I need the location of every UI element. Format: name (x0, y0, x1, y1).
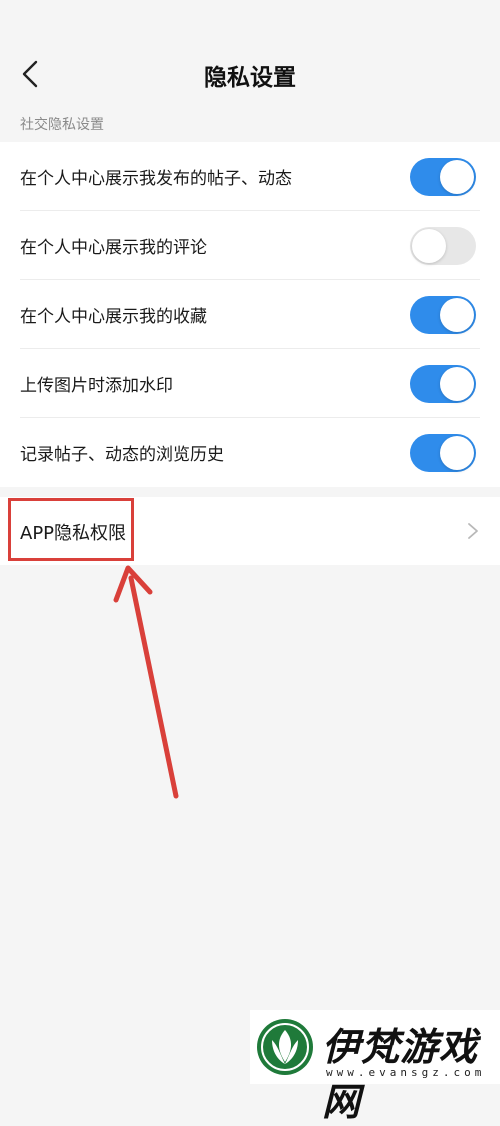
setting-row-show-comments: 在个人中心展示我的评论 (0, 211, 500, 280)
header-bar: 隐私设置 (0, 0, 500, 112)
toggle-knob (440, 367, 474, 401)
setting-row-show-favorites: 在个人中心展示我的收藏 (0, 280, 500, 349)
setting-label: 上传图片时添加水印 (20, 376, 173, 396)
setting-row-show-posts: 在个人中心展示我发布的帖子、动态 (0, 142, 500, 211)
settings-list: 在个人中心展示我发布的帖子、动态 在个人中心展示我的评论 在个人中心展示我的收藏… (0, 142, 500, 487)
setting-row-browse-history: 记录帖子、动态的浏览历史 (0, 418, 500, 487)
setting-label: 在个人中心展示我的收藏 (20, 307, 207, 327)
setting-label: 记录帖子、动态的浏览历史 (20, 445, 224, 465)
chevron-right-icon (468, 523, 478, 539)
setting-label: 在个人中心展示我发布的帖子、动态 (20, 169, 292, 189)
toggle-knob (440, 298, 474, 332)
toggle-knob (440, 160, 474, 194)
toggle-knob (412, 229, 446, 263)
section-label: 社交隐私设置 (20, 117, 104, 133)
toggle-switch[interactable] (410, 227, 476, 265)
toggle-switch[interactable] (410, 296, 476, 334)
toggle-switch[interactable] (410, 158, 476, 196)
page-title: 隐私设置 (204, 65, 296, 91)
watermark: 伊梵游戏网 www.evansgz.com (250, 1010, 500, 1124)
arrow-head (113, 565, 153, 603)
setting-row-image-watermark: 上传图片时添加水印 (0, 349, 500, 418)
app-privacy-permission-item[interactable]: APP隐私权限 (0, 497, 500, 565)
toggle-switch[interactable] (410, 434, 476, 472)
app-privacy-permission-label: APP隐私权限 (20, 523, 127, 544)
toggle-switch[interactable] (410, 365, 476, 403)
setting-label: 在个人中心展示我的评论 (20, 238, 207, 258)
logo-icon (257, 1019, 313, 1075)
watermark-url: www.evansgz.com (326, 1066, 486, 1079)
arrow-shaft (128, 575, 179, 799)
toggle-knob (440, 436, 474, 470)
